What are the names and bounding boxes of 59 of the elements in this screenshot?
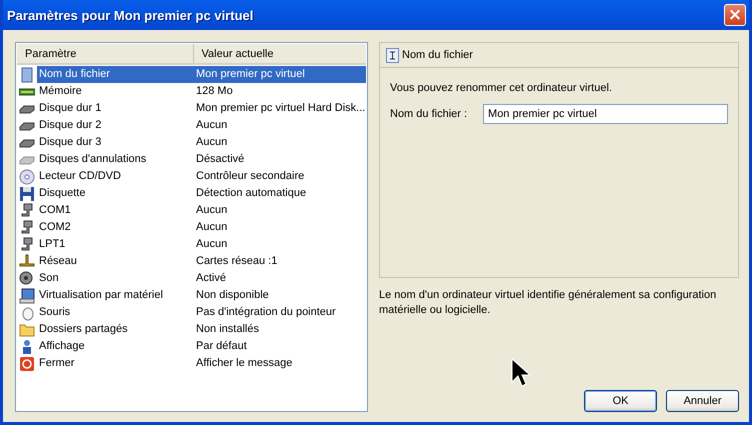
cable-plug-icon [19, 236, 35, 252]
close-button[interactable]: × [724, 4, 746, 26]
filename-field[interactable]: Mon premier pc virtuel [483, 104, 728, 124]
setting-value[interactable]: Pas d'intégration du pointeur [194, 304, 366, 321]
setting-value[interactable]: Détection automatique [194, 185, 366, 202]
field-label: Nom du fichier : [390, 108, 468, 120]
setting-name[interactable]: Réseau [37, 253, 194, 270]
setting-value[interactable]: Mon premier pc virtuel Hard Disk... [194, 100, 366, 117]
power-icon [19, 356, 35, 372]
disc-icon [19, 168, 35, 184]
dialog-button[interactable]: OK [584, 390, 658, 412]
setting-name[interactable]: Disque dur 3 [37, 134, 194, 151]
computer-icon [19, 288, 35, 304]
setting-name[interactable]: Lecteur CD/DVD [37, 168, 194, 185]
setting-value[interactable]: Aucun [194, 202, 366, 219]
setting-value[interactable]: Contrôleur secondaire [194, 168, 366, 185]
setting-name[interactable]: Son [37, 270, 194, 287]
setting-name[interactable]: Affichage [37, 338, 194, 355]
window-title: Paramètres pour Mon premier pc virtuel [7, 8, 254, 22]
network-icon [19, 254, 35, 270]
setting-name[interactable]: Disques d'annulations [37, 151, 194, 168]
setting-name[interactable]: COM2 [37, 219, 194, 236]
setting-name[interactable]: Disquette [37, 185, 194, 202]
setting-value[interactable]: Cartes réseau :1 [194, 253, 366, 270]
setting-name[interactable]: Virtualisation par matériel [37, 287, 194, 304]
setting-name[interactable]: Fermer [37, 355, 194, 372]
setting-name[interactable]: Dossiers partagés [37, 321, 194, 338]
setting-name[interactable]: Disque dur 2 [37, 117, 194, 134]
setting-value[interactable]: Activé [194, 270, 366, 287]
setting-value[interactable]: Afficher le message [194, 355, 366, 372]
setting-value[interactable]: 128 Mo [194, 83, 366, 100]
document-icon [19, 66, 35, 82]
setting-value[interactable]: Aucun [194, 236, 366, 253]
dialog-button[interactable]: Annuler [666, 390, 740, 412]
document-icon [386, 48, 399, 62]
column-header[interactable]: Paramètre [17, 44, 194, 63]
setting-value[interactable]: Aucun [194, 219, 366, 236]
column-header[interactable]: Valeur actuelle [194, 44, 366, 63]
setting-name[interactable]: Souris [37, 304, 194, 321]
setting-value[interactable]: Par défaut [194, 338, 366, 355]
setting-name[interactable]: LPT1 [37, 236, 194, 253]
setting-name[interactable]: COM1 [37, 202, 194, 219]
speaker-icon [19, 270, 35, 286]
setting-value[interactable]: Non installés [194, 321, 366, 338]
setting-value[interactable]: Aucun [194, 134, 366, 151]
setting-name[interactable]: Mémoire [37, 83, 194, 100]
setting-value[interactable]: Aucun [194, 117, 366, 134]
setting-value[interactable]: Non disponible [194, 287, 366, 304]
description-text: Le nom d'un ordinateur virtuel identifie généralement sa configuration matérielle ou logicielle. [379, 288, 718, 318]
panel-title: Nom du fichier [402, 49, 473, 61]
setting-name[interactable]: Nom du fichier [37, 66, 194, 83]
setting-value[interactable]: Désactivé [194, 151, 366, 168]
intro-text: Vous pouvez renommer cet ordinateur virtuel. [390, 82, 613, 94]
setting-value[interactable]: Mon premier pc virtuel [194, 66, 366, 83]
cable-plug-icon [19, 220, 35, 236]
mouse-pointer-icon [511, 358, 531, 388]
folder-icon [19, 322, 35, 338]
cable-plug-icon [19, 202, 35, 218]
setting-name[interactable]: Disque dur 1 [37, 100, 194, 117]
